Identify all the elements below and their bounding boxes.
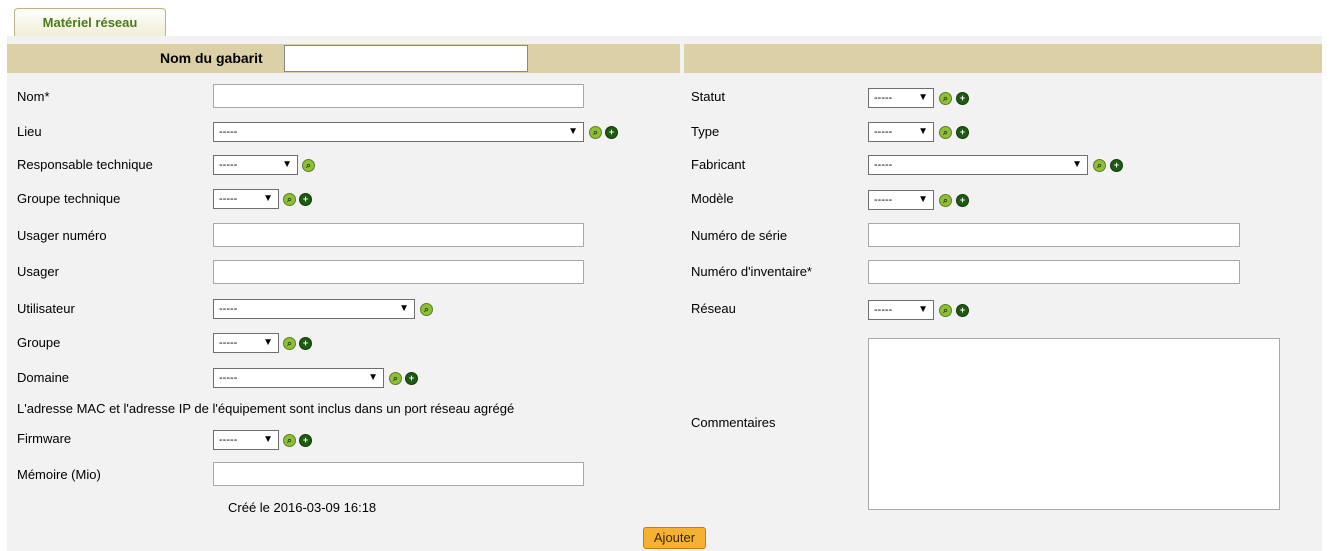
template-name-input[interactable] — [284, 45, 528, 72]
network-label: Réseau — [691, 301, 736, 316]
manufacturer-select-value: ----- — [874, 159, 893, 171]
dropdown-arrow-icon: ▼ — [568, 126, 578, 137]
serial-label: Numéro de série — [691, 228, 788, 243]
dropdown-arrow-icon: ▼ — [918, 304, 928, 315]
status-select-value: ----- — [874, 92, 893, 104]
usager-input[interactable] — [213, 260, 584, 284]
add-icon[interactable]: + — [299, 434, 312, 447]
location-select-value: ----- — [219, 126, 238, 138]
search-icon[interactable]: ⌕ — [589, 126, 602, 139]
dropdown-arrow-icon: ▼ — [918, 194, 928, 205]
tech-responsible-select[interactable]: ----- ▼ — [213, 155, 298, 175]
tech-group-select[interactable]: ----- ▼ — [213, 189, 279, 209]
location-select[interactable]: ----- ▼ — [213, 122, 584, 142]
name-input[interactable] — [213, 84, 584, 108]
add-icon[interactable]: + — [956, 126, 969, 139]
add-icon[interactable]: + — [299, 337, 312, 350]
network-select-value: ----- — [874, 304, 893, 316]
domain-select[interactable]: ----- ▼ — [213, 368, 384, 388]
dropdown-arrow-icon: ▼ — [263, 193, 273, 204]
mac-notice: L'adresse MAC et l'adresse IP de l'équip… — [17, 401, 515, 416]
search-icon[interactable]: ⌕ — [302, 159, 315, 172]
dropdown-arrow-icon: ▼ — [918, 92, 928, 103]
domain-select-value: ----- — [219, 372, 238, 384]
search-icon[interactable]: ⌕ — [939, 92, 952, 105]
search-icon[interactable]: ⌕ — [283, 337, 296, 350]
tab-materiel-reseau[interactable]: Matériel réseau — [14, 8, 166, 36]
dropdown-arrow-icon: ▼ — [1072, 159, 1082, 170]
add-icon[interactable]: + — [956, 194, 969, 207]
search-icon[interactable]: ⌕ — [939, 194, 952, 207]
search-icon[interactable]: ⌕ — [939, 304, 952, 317]
comments-textarea[interactable] — [868, 338, 1280, 510]
tech-group-label: Groupe technique — [17, 191, 121, 206]
tech-group-select-value: ----- — [219, 193, 238, 205]
add-icon[interactable]: + — [605, 126, 618, 139]
search-icon[interactable]: ⌕ — [420, 303, 433, 316]
search-icon[interactable]: ⌕ — [283, 434, 296, 447]
group-label: Groupe — [17, 335, 61, 350]
firmware-label: Firmware — [17, 431, 72, 446]
serial-input[interactable] — [868, 223, 1240, 247]
type-select-value: ----- — [874, 126, 893, 138]
group-select[interactable]: ----- ▼ — [213, 333, 279, 353]
dropdown-arrow-icon: ▼ — [282, 159, 292, 170]
group-select-value: ----- — [219, 337, 238, 349]
status-select[interactable]: ----- ▼ — [868, 88, 934, 108]
type-label: Type — [691, 124, 720, 139]
user-select-value: ----- — [219, 303, 238, 315]
memory-label: Mémoire (Mio) — [17, 467, 101, 482]
memory-input[interactable] — [213, 462, 584, 486]
add-icon[interactable]: + — [956, 304, 969, 317]
search-icon[interactable]: ⌕ — [389, 372, 402, 385]
inventory-label: Numéro d'inventaire* — [691, 264, 812, 279]
add-icon[interactable]: + — [405, 372, 418, 385]
dropdown-arrow-icon: ▼ — [918, 126, 928, 137]
user-number-input[interactable] — [213, 223, 584, 247]
manufacturer-label: Fabricant — [691, 157, 746, 172]
firmware-select-value: ----- — [219, 434, 238, 446]
comments-label: Commentaires — [691, 415, 776, 430]
search-icon[interactable]: ⌕ — [939, 126, 952, 139]
tech-responsible-label: Responsable technique — [17, 157, 153, 172]
dropdown-arrow-icon: ▼ — [263, 337, 273, 348]
user-label: Utilisateur — [17, 301, 75, 316]
location-label: Lieu — [17, 124, 42, 139]
dropdown-arrow-icon: ▼ — [399, 303, 409, 314]
firmware-select[interactable]: ----- ▼ — [213, 430, 279, 450]
inventory-input[interactable] — [868, 260, 1240, 284]
manufacturer-select[interactable]: ----- ▼ — [868, 155, 1088, 175]
created-date: Créé le 2016-03-09 16:18 — [228, 500, 377, 515]
add-button[interactable]: Ajouter — [643, 527, 706, 549]
network-select[interactable]: ----- ▼ — [868, 300, 934, 320]
user-number-label: Usager numéro — [17, 228, 107, 243]
add-icon[interactable]: + — [956, 92, 969, 105]
dropdown-arrow-icon: ▼ — [263, 434, 273, 445]
model-label: Modèle — [691, 191, 734, 206]
add-icon[interactable]: + — [299, 193, 312, 206]
search-icon[interactable]: ⌕ — [1093, 159, 1106, 172]
name-label: Nom* — [17, 89, 50, 104]
user-select[interactable]: ----- ▼ — [213, 299, 415, 319]
usager-label: Usager — [17, 264, 59, 279]
domain-label: Domaine — [17, 370, 70, 385]
search-icon[interactable]: ⌕ — [283, 193, 296, 206]
model-select-value: ----- — [874, 194, 893, 206]
add-icon[interactable]: + — [1110, 159, 1123, 172]
tech-responsible-select-value: ----- — [219, 159, 238, 171]
right-header — [684, 44, 1322, 73]
model-select[interactable]: ----- ▼ — [868, 190, 934, 210]
tab-label: Matériel réseau — [42, 15, 138, 30]
status-label: Statut — [691, 89, 725, 104]
type-select[interactable]: ----- ▼ — [868, 122, 934, 142]
template-name-label: Nom du gabarit — [160, 50, 263, 66]
dropdown-arrow-icon: ▼ — [368, 372, 378, 383]
